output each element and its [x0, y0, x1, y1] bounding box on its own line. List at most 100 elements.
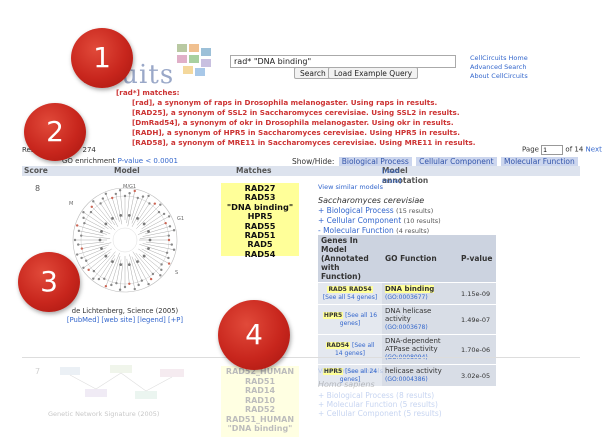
network-node: [159, 203, 162, 206]
logo-grid-icon: [177, 44, 215, 78]
page-label: Page: [522, 145, 539, 154]
toggle-molecular-function[interactable]: Molecular Function: [501, 157, 578, 166]
network-node: [100, 230, 103, 233]
matched-term: "DNA binding": [227, 424, 293, 433]
network-node: [119, 263, 123, 267]
matched-term: RAD14: [244, 386, 276, 395]
annotation-list: + Biological Process (15 results) + Cell…: [318, 206, 441, 236]
network-node: [167, 256, 170, 260]
network-node: [92, 277, 95, 280]
network-node: [160, 268, 163, 272]
score-value: 7: [35, 367, 41, 376]
network-node: [136, 196, 139, 200]
network-node: [149, 277, 153, 281]
model-citation: de Lichtenberg, Science (2005) [PubMed] …: [50, 307, 200, 325]
svg-text:M: M: [69, 201, 73, 207]
network-node: [147, 247, 150, 250]
network-node: [167, 262, 171, 265]
toggle-cellular-component[interactable]: Cellular Component: [416, 157, 497, 166]
th-pvalue: P-value: [458, 235, 496, 283]
page-number-input[interactable]: [541, 145, 564, 155]
network-node: [115, 281, 118, 285]
next-page-link[interactable]: Next: [586, 146, 602, 154]
network-node: [77, 229, 81, 233]
see-all-genes-link[interactable]: [See all 54 genes]: [323, 294, 377, 301]
network-node: [118, 288, 122, 291]
network-node: [142, 222, 146, 226]
network-node: [167, 238, 171, 242]
synonym-matches: [rad*] matches: [rad], a synonym of raps…: [116, 88, 476, 148]
network-node: [83, 221, 86, 225]
see-all-genes-link[interactable]: [See all 16 genes]: [340, 312, 377, 327]
network-node: [127, 263, 131, 267]
annotation-item[interactable]: + Molecular Function (5 results): [318, 400, 442, 409]
annotation-label[interactable]: + Biological Process: [318, 206, 394, 215]
search-button[interactable]: Search: [294, 67, 332, 79]
col-score: Score: [24, 166, 48, 175]
network-node: [136, 216, 139, 220]
go-enrichment: GO enrichment P-value < 0.0001: [62, 157, 178, 165]
network-node: [141, 195, 145, 198]
annotation-label[interactable]: - Molecular Function: [318, 226, 394, 235]
annotation-item[interactable]: + Biological Process (8 results): [318, 391, 442, 400]
gene-names: RAD5 RAD54: [327, 285, 373, 293]
network-node: [165, 251, 169, 254]
citation-text: de Lichtenberg, Science (2005): [71, 307, 179, 315]
species-name: Saccharomyces cerevisiae: [318, 196, 425, 205]
matched-term: RAD51_HUMAN: [225, 414, 295, 424]
network-node: [168, 225, 172, 228]
enrichment-pvalue-link[interactable]: P-value < 0.0001: [118, 157, 178, 165]
annotation-biological-process[interactable]: + Biological Process (15 results): [318, 206, 441, 216]
about-link[interactable]: About CellCircuits: [470, 72, 528, 81]
network-node: [133, 189, 136, 193]
load-example-button[interactable]: Load Example Query: [328, 67, 419, 79]
network-model-thumbnail[interactable]: [50, 363, 200, 411]
pvalue-cell: 1.49e-07: [458, 304, 496, 335]
network-node: [84, 259, 88, 262]
genes-cell: RAD54 [See all 14 genes]: [318, 334, 382, 365]
callout-3: 3: [18, 252, 80, 312]
network-node: [159, 274, 162, 277]
advanced-search-link[interactable]: Advanced Search: [470, 63, 528, 72]
toggle-biological-process[interactable]: Biological Process: [338, 157, 412, 166]
table-row: RAD54 [See all 14 genes] DNA-dependent A…: [318, 334, 496, 365]
matches-heading: [rad*] matches:: [116, 88, 180, 97]
network-node: [111, 216, 114, 220]
function-cell: DNA binding (GO:0003677): [382, 282, 458, 305]
network-node: [172, 229, 176, 232]
network-node: [87, 268, 90, 272]
go-function: DNA binding: [385, 285, 435, 293]
network-node: [153, 202, 157, 205]
go-id-link[interactable]: (GO:0004386): [385, 376, 428, 383]
citation-links[interactable]: [PubMed] [web site] [legend] [+P]: [50, 316, 200, 325]
network-node: [111, 196, 114, 200]
network-node: [148, 238, 152, 242]
view-similar-link[interactable]: View similar models: [318, 183, 383, 191]
col-matches: Matches: [236, 166, 272, 175]
go-function: DNA helicase activity: [385, 307, 432, 323]
go-function-table: Genes In Model (Annotated with Function)…: [318, 235, 496, 386]
network-node: [157, 210, 161, 214]
network-node: [147, 194, 150, 198]
read-more-link[interactable]: [read more]: [382, 166, 401, 186]
go-id-link[interactable]: (GO:0003678): [385, 324, 428, 331]
callout-1: 1: [71, 28, 133, 88]
matched-terms: RAD27 RAD53 "DNA binding" HPR5 RAD55 RAD…: [221, 183, 299, 259]
network-node: [98, 238, 102, 242]
svg-text:M/G1: M/G1: [123, 184, 136, 190]
view-similar-link[interactable]: View similar models: [318, 367, 383, 375]
home-link[interactable]: CellCircuits Home: [470, 54, 528, 63]
col-model: Model: [114, 166, 140, 175]
network-node: [170, 243, 173, 246]
callout-2: 2: [24, 103, 86, 161]
annotation-cellular-component[interactable]: + Cellular Component (10 results): [318, 216, 441, 226]
network-node: [151, 272, 155, 276]
annotation-label[interactable]: + Cellular Component: [318, 216, 401, 225]
go-id-link[interactable]: (GO:0003677): [385, 294, 428, 301]
annotation-item[interactable]: + Cellular Component (5 results): [318, 409, 442, 418]
pvalue-cell: 1.15e-09: [458, 282, 496, 305]
annotation-count: (15 results): [396, 207, 434, 215]
network-node: [104, 192, 108, 196]
network-node: [99, 202, 102, 205]
matched-term: RAD51: [244, 376, 276, 386]
